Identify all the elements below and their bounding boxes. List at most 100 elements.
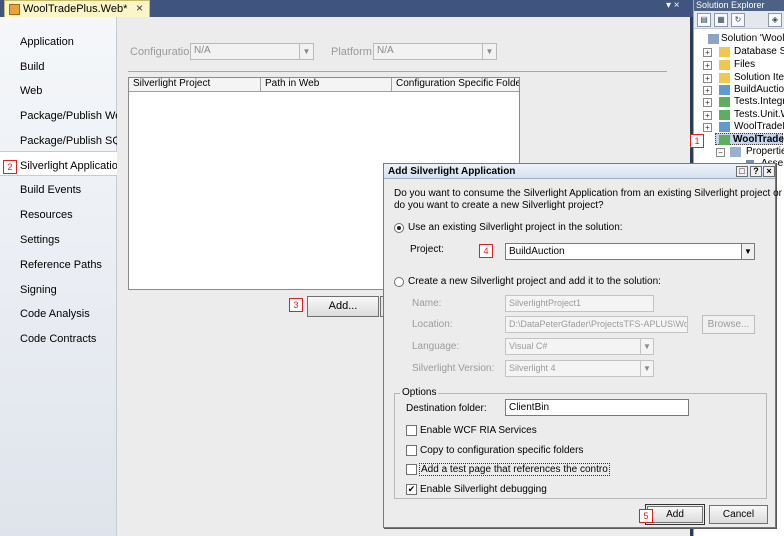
name-input[interactable]: SilverlightProject1 xyxy=(505,295,654,312)
callout-3: 3 xyxy=(289,298,303,312)
create-new-label[interactable]: Create a new Silverlight project and add… xyxy=(408,276,661,287)
column-header-silverlight-project[interactable]: Silverlight Project xyxy=(129,78,261,92)
radio-selected-dot xyxy=(397,226,401,230)
copy-config-folders-checkbox[interactable] xyxy=(406,445,417,456)
close-icon[interactable]: × xyxy=(763,166,775,177)
nav-item-package-publish-web[interactable]: Package/Publish Web xyxy=(20,110,127,122)
tab-close-icon[interactable]: × xyxy=(136,1,143,15)
nav-item-web[interactable]: Web xyxy=(20,85,42,97)
location-label: Location: xyxy=(412,319,453,330)
nav-item-code-contracts[interactable]: Code Contracts xyxy=(20,333,96,345)
column-header-path-in-web[interactable]: Path in Web xyxy=(261,78,392,92)
silverlight-version-select[interactable]: Silverlight 4 ▼ xyxy=(505,360,654,377)
use-existing-label[interactable]: Use an existing Silverlight project in t… xyxy=(408,222,623,233)
intro-text-line1: Do you want to consume the Silverlight A… xyxy=(394,188,782,199)
configuration-value: N/A xyxy=(194,45,211,56)
solution-explorer-toolbar: ▤ ▦ ↻ ◈ xyxy=(694,11,784,29)
help-icon[interactable]: ? xyxy=(750,166,762,177)
properties-icon[interactable]: ▤ xyxy=(697,13,711,27)
language-select[interactable]: Visual C# ▼ xyxy=(505,338,654,355)
expand-icon[interactable]: + xyxy=(703,61,712,70)
options-legend: Options xyxy=(400,387,439,398)
expand-icon[interactable]: + xyxy=(703,86,712,95)
view-class-diagram-icon[interactable]: ◈ xyxy=(768,13,782,27)
project-icon xyxy=(719,110,730,120)
add-test-page-label[interactable]: Add a test page that references the cont… xyxy=(419,463,610,476)
cancel-button[interactable]: Cancel xyxy=(709,505,768,524)
refresh-icon[interactable]: ↻ xyxy=(731,13,745,27)
destination-folder-label: Destination folder: xyxy=(406,403,487,414)
document-tab[interactable]: WoolTradePlus.Web* xyxy=(4,0,150,17)
nav-item-signing[interactable]: Signing xyxy=(20,284,57,296)
project-select[interactable]: BuildAuction ▼ xyxy=(505,243,755,260)
use-existing-radio[interactable] xyxy=(394,223,404,233)
add-silverlight-app-button[interactable]: Add... xyxy=(307,296,379,317)
show-all-files-icon[interactable]: ▦ xyxy=(714,13,728,27)
solution-explorer-title: Solution Explorer xyxy=(694,0,784,11)
chevron-down-icon: ▼ xyxy=(640,339,653,354)
callout-5: 5 xyxy=(639,509,653,523)
properties-folder-icon xyxy=(730,147,741,157)
checkmark-icon: ✔ xyxy=(407,484,416,494)
dialog-title: Add Silverlight Application xyxy=(384,164,775,179)
copy-config-folders-label[interactable]: Copy to configuration specific folders xyxy=(420,445,583,456)
expand-icon[interactable]: + xyxy=(703,123,712,132)
nav-item-build[interactable]: Build xyxy=(20,61,44,73)
window-menu-icon[interactable]: ▾ × xyxy=(666,0,692,11)
nav-item-package-publish-sql[interactable]: Package/Publish SQL xyxy=(20,135,127,147)
project-icon xyxy=(719,122,730,132)
web-project-icon xyxy=(9,4,20,15)
project-icon xyxy=(719,97,730,107)
callout-1: 1 xyxy=(690,134,704,148)
add-silverlight-application-dialog: Add Silverlight Application □ ? × Do you… xyxy=(383,163,782,528)
project-value: BuildAuction xyxy=(509,246,565,257)
destination-folder-input[interactable]: ClientBin xyxy=(505,399,689,416)
web-project-icon xyxy=(719,135,730,145)
collapse-icon[interactable]: − xyxy=(716,148,725,157)
expand-icon[interactable]: + xyxy=(703,111,712,120)
project-icon xyxy=(719,85,730,95)
chevron-down-icon: ▼ xyxy=(640,361,653,376)
nav-item-silverlight-applications[interactable]: Silverlight Applications xyxy=(20,160,129,172)
separator xyxy=(128,71,667,72)
folder-icon xyxy=(719,47,730,57)
enable-debugging-checkbox[interactable]: ✔ xyxy=(406,484,417,495)
enable-debugging-label[interactable]: Enable Silverlight debugging xyxy=(420,484,547,495)
expand-icon[interactable]: + xyxy=(703,98,712,107)
nav-item-code-analysis[interactable]: Code Analysis xyxy=(20,308,90,320)
column-header-config-folders[interactable]: Configuration Specific Folders xyxy=(392,78,519,92)
tree-item-selected[interactable]: WoolTrade xyxy=(715,133,784,145)
add-button[interactable]: Add xyxy=(647,506,703,523)
enable-wcf-ria-checkbox[interactable] xyxy=(406,425,417,436)
designer-nav: Application Build Web Package/Publish We… xyxy=(0,17,129,536)
language-value: Visual C# xyxy=(509,341,548,351)
configuration-select[interactable]: N/A ▼ xyxy=(190,43,314,60)
nav-item-reference-paths[interactable]: Reference Paths xyxy=(20,259,102,271)
browse-button[interactable]: Browse... xyxy=(702,315,755,334)
chevron-down-icon: ▼ xyxy=(299,44,313,59)
configuration-label: Configuration: xyxy=(130,46,199,58)
maximize-icon[interactable]: □ xyxy=(736,166,748,177)
nav-item-build-events[interactable]: Build Events xyxy=(20,184,81,196)
callout-4: 4 xyxy=(479,244,493,258)
expand-icon[interactable]: + xyxy=(703,48,712,57)
platform-select[interactable]: N/A ▼ xyxy=(373,43,497,60)
nav-item-application[interactable]: Application xyxy=(20,36,74,48)
nav-item-resources[interactable]: Resources xyxy=(20,209,73,221)
solution-icon xyxy=(708,34,719,44)
expand-icon[interactable]: + xyxy=(703,74,712,83)
nav-item-settings[interactable]: Settings xyxy=(20,234,60,246)
intro-text-line2: do you want to create a new Silverlight … xyxy=(394,200,604,211)
silverlight-version-value: Silverlight 4 xyxy=(509,363,556,373)
create-new-radio[interactable] xyxy=(394,277,404,287)
chevron-down-icon: ▼ xyxy=(482,44,496,59)
chevron-down-icon: ▼ xyxy=(741,244,754,259)
document-tab-title: WoolTradePlus.Web* xyxy=(23,3,128,15)
enable-wcf-ria-label[interactable]: Enable WCF RIA Services xyxy=(420,425,537,436)
project-label: Project: xyxy=(410,244,444,255)
name-label: Name: xyxy=(412,298,442,309)
folder-icon xyxy=(719,73,730,83)
add-test-page-checkbox[interactable] xyxy=(406,464,417,475)
location-input[interactable]: D:\DataPeterGfader\ProjectsTFS-APLUS\Woo… xyxy=(505,316,688,333)
folder-icon xyxy=(719,60,730,70)
